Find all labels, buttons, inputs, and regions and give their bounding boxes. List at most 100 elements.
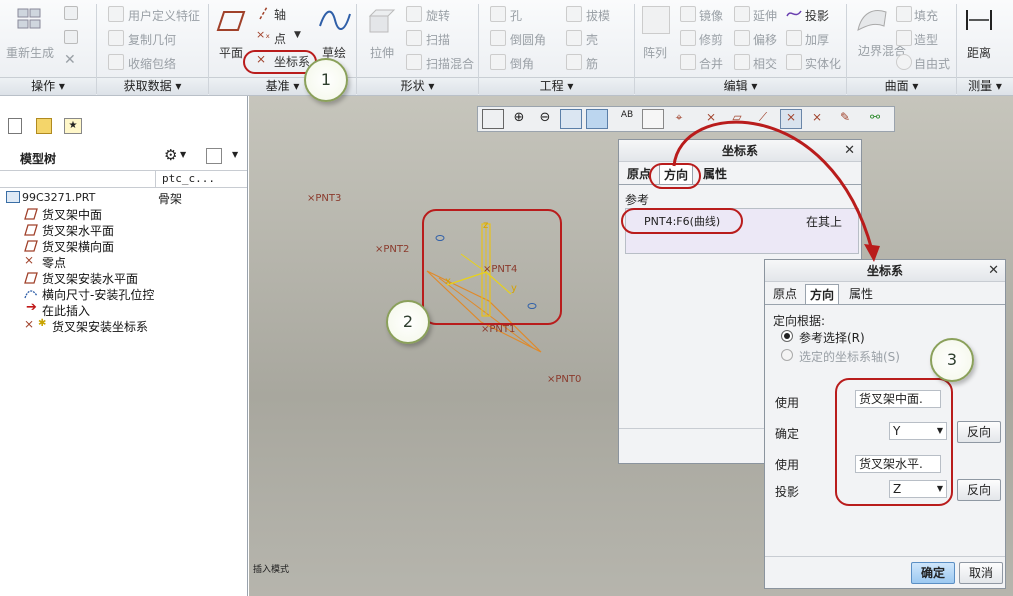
chamfer-button[interactable]: 倒角 — [510, 55, 534, 72]
column-header[interactable]: ptc_c... — [162, 172, 215, 185]
insert-here[interactable]: 在此插入 — [42, 302, 90, 319]
solidify-button[interactable]: 实体化 — [805, 55, 841, 72]
ribbon: 重新生成 ✕ 用户定义特征 复制几何 收缩包络 平面 轴 ×ₓ 点 ▼ ⨯ 坐标… — [0, 0, 1013, 96]
datum-point-pnt0[interactable]: ×PNT0 — [547, 374, 581, 385]
tree-item[interactable]: 横向尺寸-安装孔位控 — [42, 286, 154, 303]
intersect-button[interactable]: 相交 — [753, 55, 777, 72]
tree-root-value: 骨架 — [158, 192, 183, 206]
tree-item[interactable]: 货叉架中面 — [42, 206, 102, 223]
new-feature-icon: ✱ — [38, 318, 47, 329]
group-measure[interactable]: 测量 ▾ — [957, 77, 1013, 95]
folder-browser-tab-icon[interactable] — [36, 118, 52, 134]
tab-origin[interactable]: 原点 — [769, 284, 801, 304]
tab-orientation[interactable]: 方向 — [805, 284, 840, 304]
tree-item[interactable]: 货叉架安装坐标系 — [52, 318, 148, 335]
cancel-button[interactable]: 取消 — [959, 562, 1003, 584]
project-button[interactable]: 投影 — [805, 7, 829, 24]
csys-dialog: 坐标系 ✕ 原点 方向 属性 定向根据: 参考选择(R) 选定的坐标系轴(S) … — [764, 259, 1006, 589]
extend-button[interactable]: 延伸 — [753, 7, 777, 24]
close-icon[interactable]: ✕ — [988, 263, 999, 278]
mirror-button[interactable]: 镜像 — [699, 7, 723, 24]
copy-geometry-button[interactable]: 复制几何 — [128, 31, 176, 48]
divider — [0, 170, 247, 171]
plane-button[interactable]: 平面 — [219, 44, 243, 61]
datum-point-pnt2[interactable]: ×PNT2 — [375, 244, 409, 255]
flip-button-2[interactable]: 反向 — [957, 479, 1001, 501]
group-get-data[interactable]: 获取数据 ▾ — [97, 77, 208, 95]
copy-icon[interactable] — [64, 6, 78, 20]
trim-button[interactable]: 修剪 — [699, 31, 723, 48]
extend-icon — [734, 6, 750, 22]
datum-plane-icon — [24, 208, 38, 220]
axis-icon — [259, 6, 268, 20]
model-tree-tab-icon[interactable] — [8, 118, 22, 134]
group-operations[interactable]: 操作 ▾ — [0, 77, 96, 95]
offset-button[interactable]: 偏移 — [753, 31, 777, 48]
callout-bubble-1: 1 — [304, 58, 348, 102]
group-surfaces[interactable]: 曲面 ▾ — [847, 77, 956, 95]
rib-button[interactable]: 筋 — [586, 55, 598, 72]
point-button[interactable]: 点 — [274, 30, 286, 47]
shell-button[interactable]: 壳 — [586, 31, 598, 48]
hole-button[interactable]: 孔 — [510, 7, 522, 24]
tree-item[interactable]: 零点 — [42, 254, 66, 271]
pattern-button[interactable]: 阵列 — [643, 44, 667, 61]
style-button[interactable]: 造型 — [914, 31, 938, 48]
revolve-icon — [406, 6, 422, 22]
datum-plane-icon — [24, 240, 38, 252]
group-shapes[interactable]: 形状 ▾ — [357, 77, 478, 95]
favorites-tab-icon[interactable]: ★ — [64, 118, 82, 134]
chamfer-icon — [490, 54, 506, 70]
style-icon — [896, 30, 912, 46]
round-button[interactable]: 倒圆角 — [510, 31, 546, 48]
thicken-button[interactable]: 加厚 — [805, 31, 829, 48]
distance-button[interactable]: 距离 — [967, 44, 991, 61]
user-feature-button[interactable]: 用户定义特征 — [128, 7, 200, 24]
ok-button[interactable]: 确定 — [911, 562, 955, 584]
delete-icon[interactable]: ✕ — [64, 52, 76, 68]
fill-button[interactable]: 填充 — [914, 7, 938, 24]
swept-blend-button[interactable]: 扫描混合 — [426, 55, 474, 72]
pattern-icon — [642, 6, 670, 34]
thicken-icon — [786, 30, 802, 46]
group-engineering[interactable]: 工程 ▾ — [479, 77, 634, 95]
tree-item[interactable]: 货叉架水平面 — [42, 222, 114, 239]
show-icon[interactable] — [206, 148, 222, 164]
show-dropdown-icon[interactable]: ▼ — [232, 150, 238, 159]
datum-point-pnt1[interactable]: ×PNT1 — [481, 324, 515, 335]
datum-point-pnt3[interactable]: ×PNT3 — [307, 193, 341, 204]
sweep-button[interactable]: 扫描 — [426, 31, 450, 48]
regenerate-button[interactable]: 重新生成 — [6, 44, 54, 61]
shell-icon — [566, 30, 582, 46]
settings-icon[interactable]: ⚙ — [164, 146, 177, 164]
radio-reference-select[interactable] — [781, 330, 793, 342]
radio-selected-axis[interactable] — [781, 349, 793, 361]
divider — [155, 171, 156, 187]
freestyle-button[interactable]: 自由式 — [914, 55, 950, 72]
paste-icon[interactable] — [64, 30, 78, 44]
freestyle-icon — [896, 54, 912, 70]
datum-point-icon: ⨯ — [24, 253, 35, 267]
annotation-arrow — [672, 120, 880, 262]
extrude-button[interactable]: 拉伸 — [370, 44, 394, 61]
revolve-button[interactable]: 旋转 — [426, 7, 450, 24]
draft-button[interactable]: 拔模 — [586, 7, 610, 24]
shrinkwrap-button[interactable]: 收缩包络 — [128, 55, 176, 72]
settings-dropdown-icon[interactable]: ▼ — [180, 150, 186, 159]
mirror-icon — [680, 6, 696, 22]
tree-item[interactable]: 货叉架安装水平面 — [42, 270, 138, 287]
axis-button[interactable]: 轴 — [274, 6, 286, 23]
rib-icon — [566, 54, 582, 70]
tree-root[interactable]: 99C3271.PRT — [22, 191, 95, 204]
model-tree-title: 模型树 — [20, 152, 57, 166]
hole-icon — [490, 6, 506, 22]
distance-icon — [966, 10, 992, 30]
option-selected-axis[interactable]: 选定的坐标系轴(S) — [799, 348, 900, 365]
flip-button-1[interactable]: 反向 — [957, 421, 1001, 443]
tree-item[interactable]: 货叉架横向面 — [42, 238, 114, 255]
merge-button[interactable]: 合并 — [699, 55, 723, 72]
group-editing[interactable]: 编辑 ▾ — [635, 77, 846, 95]
option-reference-select[interactable]: 参考选择(R) — [799, 329, 865, 346]
tab-properties[interactable]: 属性 — [845, 284, 877, 304]
point-dropdown-icon[interactable]: ▼ — [294, 30, 301, 40]
